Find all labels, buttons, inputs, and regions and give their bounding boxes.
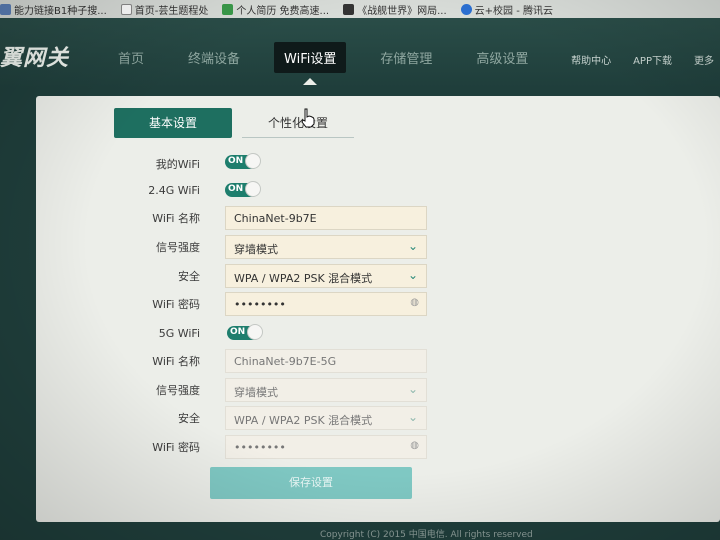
wifi-settings-panel: 基本设置 个性化设置 我的WiFi ON 2.4G WiFi ON WiFi 名… [36, 96, 720, 522]
my-wifi-label: 我的WiFi [155, 158, 200, 171]
bookmark-label: 能力链接B1种子搜... [14, 5, 107, 17]
tab-personal-settings[interactable]: 个性化设置 [242, 108, 354, 138]
bookmark-item[interactable]: 能力链接B1种子搜... [0, 2, 107, 17]
wifi-password-label: WiFi 密码 [152, 298, 200, 311]
bookmark-item[interactable]: 《战舰世界》网局... [343, 2, 447, 17]
wifi-name-label: WiFi 名称 [152, 355, 200, 368]
wifi-24g-strength-select[interactable]: 穿墙模式 ⌄ [225, 235, 427, 259]
wifi-24g-toggle[interactable]: ON [225, 181, 261, 197]
wifi-24g-security-row: 安全 WPA / WPA2 PSK 混合模式 ⌄ [36, 264, 720, 288]
wifi-name-label: WiFi 名称 [152, 212, 200, 225]
wifi-24g-row: 2.4G WiFi ON [36, 180, 720, 204]
help-center-link[interactable]: 帮助中心 [571, 52, 611, 67]
wifi-5g-security-row: 安全 WPA / WPA2 PSK 混合模式 ⌄ [36, 406, 720, 430]
nav-wifi-settings[interactable]: WiFi设置 [274, 42, 347, 85]
more-link[interactable]: 更多 [694, 52, 714, 67]
wifi-5g-strength-row: 信号强度 穿墙模式 ⌄ [36, 378, 720, 402]
toggle-state: ON [228, 184, 244, 194]
eye-hidden-icon[interactable]: ◍ [410, 440, 419, 451]
wifi-5g-name-row: WiFi 名称 ChinaNet-9b7E-5G [36, 349, 720, 373]
wifi-24g-password-input[interactable]: •••••••• ◍ [225, 292, 427, 316]
nav-devices[interactable]: 终端设备 [178, 42, 250, 73]
bookmark-label: 首页-芸生题程处 [134, 5, 209, 17]
chevron-down-icon: ⌄ [407, 239, 418, 253]
app-download-link[interactable]: APP下载 [633, 52, 672, 67]
toggle-knob [245, 153, 261, 169]
hand-cursor-icon [301, 108, 315, 128]
bookmark-label: 个人简历 免费高速... [236, 5, 330, 17]
wifi-24g-name-input[interactable]: ChinaNet-9b7E [225, 206, 427, 230]
chevron-down-icon: ⌄ [407, 382, 418, 396]
bookmark-item[interactable]: 云+校园 - 腾讯云 [460, 2, 553, 17]
wifi-24g-password-row: WiFi 密码 •••••••• ◍ [36, 292, 720, 316]
app-header: 翼网关 首页 终端设备 WiFi设置 存储管理 高级设置 帮助中心 APP下载 … [0, 18, 720, 88]
cloud-icon [460, 3, 472, 15]
toggle-knob [245, 181, 261, 197]
nav-home[interactable]: 首页 [108, 42, 154, 73]
game-icon [343, 3, 355, 15]
security-label: 安全 [178, 270, 200, 283]
select-value: 穿墙模式 [234, 243, 278, 256]
bookmark-item[interactable]: 首页-芸生题程处 [120, 2, 209, 17]
bookmark-label: 云+校园 - 腾讯云 [474, 5, 553, 17]
nav-storage[interactable]: 存储管理 [370, 42, 442, 73]
wifi-5g-strength-select[interactable]: 穿墙模式 ⌄ [225, 378, 427, 402]
chevron-down-icon: ⌄ [407, 410, 418, 424]
wifi-5g-security-select[interactable]: WPA / WPA2 PSK 混合模式 ⌄ [225, 406, 427, 430]
password-value: •••••••• [234, 441, 286, 454]
my-wifi-toggle[interactable]: ON [225, 153, 261, 169]
eye-hidden-icon[interactable]: ◍ [410, 297, 419, 308]
wifi-5g-password-row: WiFi 密码 •••••••• ◍ [36, 435, 720, 459]
logo: 翼网关 [0, 46, 70, 71]
copyright-footer: Copyright (C) 2015 中国电信. All rights rese… [320, 530, 533, 540]
wifi-24g-security-select[interactable]: WPA / WPA2 PSK 混合模式 ⌄ [225, 264, 427, 288]
wifi-5g-toggle[interactable]: ON [227, 324, 263, 340]
wifi-password-label: WiFi 密码 [152, 441, 200, 454]
wifi-5g-password-input[interactable]: •••••••• ◍ [225, 435, 427, 459]
wifi-24g-strength-row: 信号强度 穿墙模式 ⌄ [36, 235, 720, 259]
wifi-24g-label: 2.4G WiFi [148, 184, 200, 197]
signal-strength-label: 信号强度 [156, 241, 200, 254]
page-icon [0, 3, 11, 15]
wifi-24g-name-row: WiFi 名称 ChinaNet-9b7E [36, 206, 720, 230]
bookmark-item[interactable]: 个人简历 免费高速... [222, 2, 329, 17]
save-button[interactable]: 保存设置 [210, 467, 412, 499]
bookmark-label: 《战舰世界》网局... [357, 5, 447, 17]
signal-strength-label: 信号强度 [156, 384, 200, 397]
select-value: WPA / WPA2 PSK 混合模式 [234, 414, 373, 427]
select-value: WPA / WPA2 PSK 混合模式 [234, 272, 373, 285]
toggle-knob [247, 324, 263, 340]
chevron-down-icon: ⌄ [407, 268, 418, 282]
tab-basic-settings[interactable]: 基本设置 [114, 108, 232, 138]
toggle-state: ON [228, 156, 244, 166]
bookmarks-bar: 能力链接B1种子搜... 首页-芸生题程处 个人简历 免费高速... 《战舰世界… [0, 0, 720, 18]
my-wifi-row: 我的WiFi ON [36, 152, 720, 176]
password-value: •••••••• [234, 298, 286, 311]
main-nav: 首页 终端设备 WiFi设置 存储管理 高级设置 [108, 42, 562, 85]
wifi-5g-label: 5G WiFi [158, 327, 200, 340]
header-links: 帮助中心 APP下载 更多 [549, 52, 714, 67]
resume-icon [222, 3, 234, 15]
security-label: 安全 [178, 412, 200, 425]
page-icon [120, 3, 132, 15]
toggle-state: ON [230, 327, 246, 337]
wifi-5g-name-input[interactable]: ChinaNet-9b7E-5G [225, 349, 427, 373]
select-value: 穿墙模式 [234, 386, 278, 399]
wifi-5g-row: 5G WiFi ON [36, 323, 720, 347]
nav-advanced[interactable]: 高级设置 [466, 42, 538, 73]
